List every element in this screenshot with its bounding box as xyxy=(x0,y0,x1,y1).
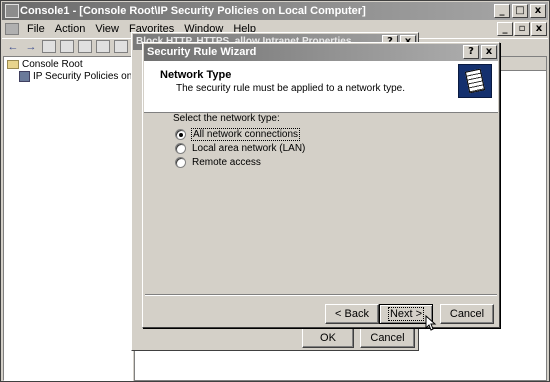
radio-icon[interactable] xyxy=(175,157,186,168)
export-list-icon[interactable] xyxy=(96,40,110,53)
mmc-title-bar[interactable]: Console1 - [Console Root\IP Security Pol… xyxy=(2,2,548,20)
properties-cancel-button[interactable]: Cancel xyxy=(360,327,415,348)
console-tree[interactable]: Console Root IP Security Policies on Loc… xyxy=(3,56,169,381)
radio-all-network-connections[interactable]: All network connections xyxy=(175,128,301,141)
forward-arrow-icon[interactable]: → xyxy=(24,40,38,54)
mmc-app-icon xyxy=(5,4,19,18)
up-folder-icon[interactable] xyxy=(42,40,56,53)
wizard-title: Security Rule Wizard xyxy=(147,46,257,58)
next-button[interactable]: Next > xyxy=(379,304,433,324)
wizard-title-bar[interactable]: Security Rule Wizard xyxy=(144,44,498,61)
wizard-page-title: Network Type xyxy=(160,69,232,81)
maximize-button[interactable]: □ xyxy=(512,4,528,18)
mdi-restore-button[interactable]: ▫ xyxy=(514,22,530,36)
radio-remote-access[interactable]: Remote access xyxy=(175,157,261,168)
wizard-cancel-button[interactable]: Cancel xyxy=(440,304,494,324)
tree-node-console-root[interactable]: Console Root xyxy=(7,59,83,70)
column-header[interactable] xyxy=(500,57,546,71)
menu-file[interactable]: File xyxy=(22,23,50,35)
back-arrow-icon[interactable]: ← xyxy=(6,40,20,54)
radio-selected-icon[interactable] xyxy=(175,129,186,140)
mdi-close-button[interactable]: x xyxy=(531,22,547,36)
mmc-title: Console1 - [Console Root\IP Security Pol… xyxy=(20,5,366,17)
radio-label[interactable]: Remote access xyxy=(192,157,261,168)
next-button-label: Next > xyxy=(387,307,425,321)
wizard-help-button[interactable]: ? xyxy=(463,45,479,59)
security-rule-wizard: Security Rule Wizard ? x Network Type Th… xyxy=(142,42,500,328)
menu-action[interactable]: Action xyxy=(50,23,91,35)
properties-ok-button[interactable]: OK xyxy=(302,327,354,348)
wizard-header: Network Type The security rule must be a… xyxy=(144,61,498,113)
back-button[interactable]: < Back xyxy=(325,304,379,324)
wizard-page-subtitle: The security rule must be applied to a n… xyxy=(176,83,406,94)
document-icon[interactable] xyxy=(5,23,19,35)
properties-icon[interactable] xyxy=(114,40,128,53)
policy-document-icon xyxy=(458,64,492,98)
mdi-minimize-button[interactable]: _ xyxy=(497,22,513,36)
show-tree-icon[interactable] xyxy=(60,40,74,53)
menu-view[interactable]: View xyxy=(90,23,124,35)
folder-icon xyxy=(7,60,19,69)
radio-local-area-network[interactable]: Local area network (LAN) xyxy=(175,143,305,154)
radio-label[interactable]: Local area network (LAN) xyxy=(192,143,305,154)
close-button[interactable]: x xyxy=(530,4,546,18)
button-separator xyxy=(145,294,497,296)
refresh-icon[interactable] xyxy=(78,40,92,53)
radio-label[interactable]: All network connections xyxy=(190,128,301,141)
tree-node-label: Console Root xyxy=(22,59,83,70)
ip-security-icon xyxy=(19,71,30,82)
network-type-prompt: Select the network type: xyxy=(173,113,280,124)
wizard-close-button[interactable]: x xyxy=(481,45,497,59)
minimize-button[interactable]: _ xyxy=(494,4,510,18)
radio-icon[interactable] xyxy=(175,143,186,154)
